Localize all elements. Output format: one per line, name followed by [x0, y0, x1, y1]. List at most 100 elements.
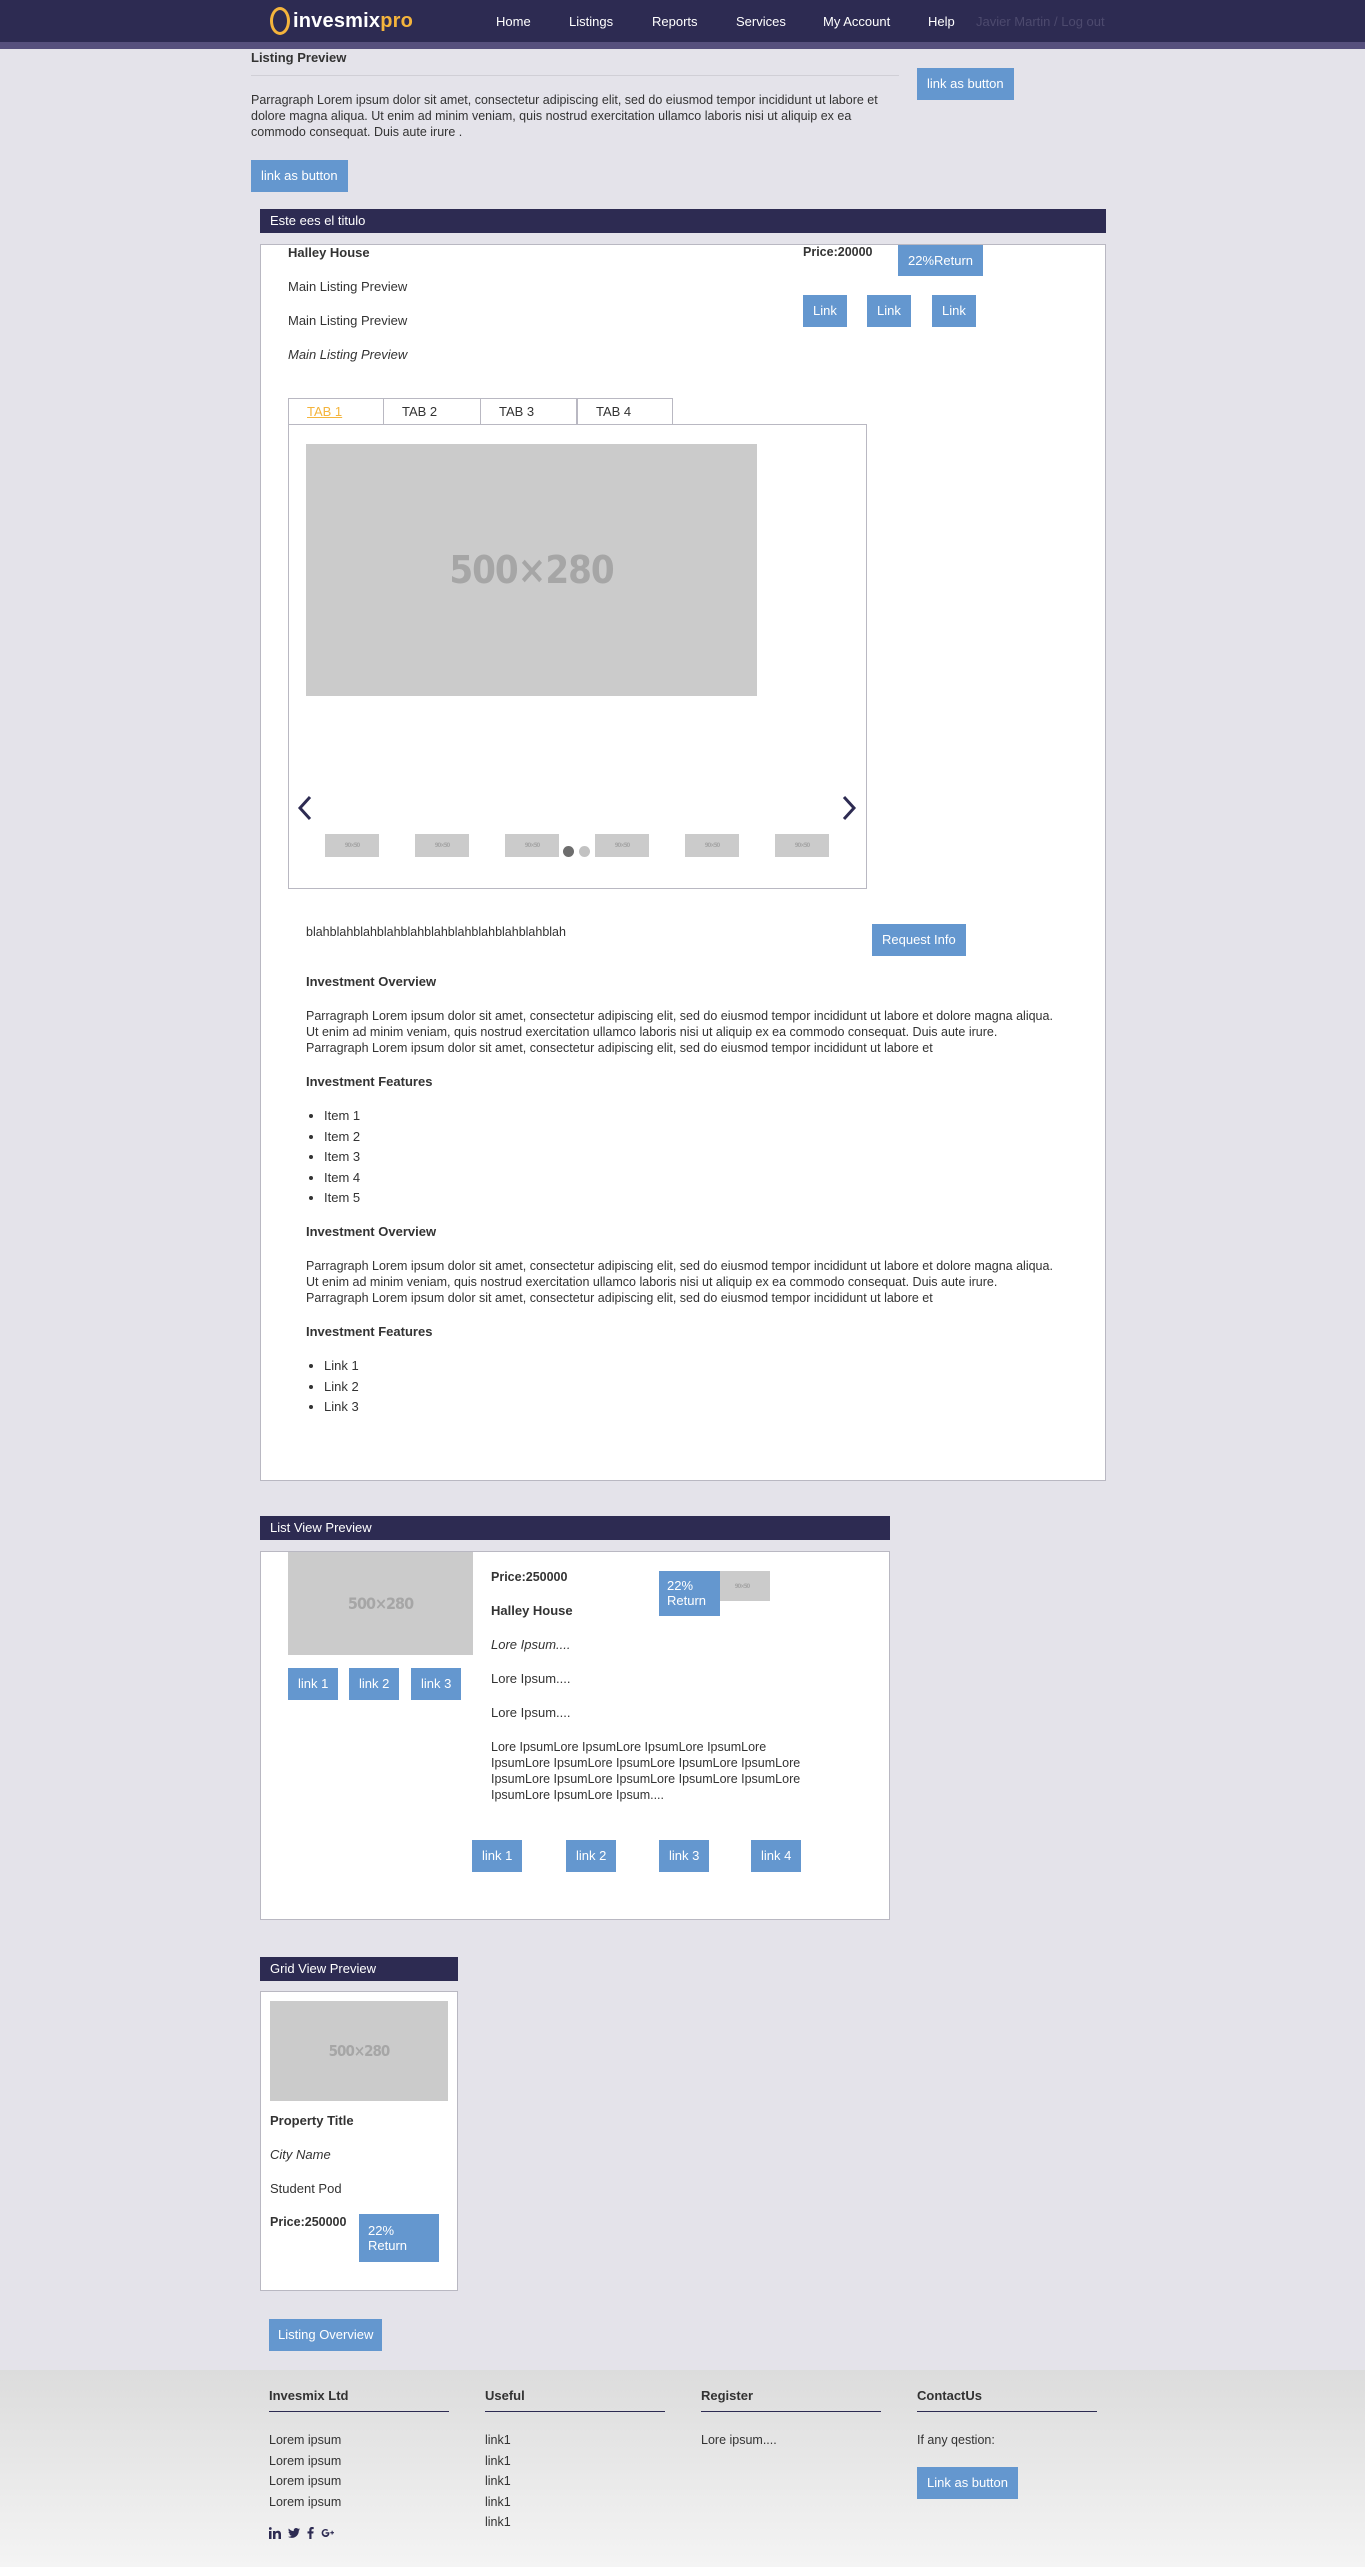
list-name: Halley House: [491, 1603, 573, 1618]
blah-text: blahblahblahblahblahblahblahblahblahblah…: [306, 925, 566, 939]
list-lore-long: Lore IpsumLore IpsumLore IpsumLore Ipsum…: [491, 1740, 801, 1802]
feature-link-2[interactable]: Link 2: [324, 1379, 359, 1394]
feature-link-1[interactable]: Link 1: [324, 1358, 359, 1373]
carousel-thumb[interactable]: 90×50: [595, 834, 649, 857]
carousel-image: 500×280: [306, 444, 757, 696]
carousel-thumb[interactable]: 90×50: [685, 834, 739, 857]
tab-4[interactable]: TAB 4: [577, 398, 673, 424]
feature-link-3[interactable]: Link 3: [324, 1399, 359, 1414]
carousel-thumb[interactable]: 90×50: [325, 834, 379, 857]
grid-price: Price:250000: [270, 2215, 347, 2229]
list-lore-2: Lore Ipsum....: [491, 1705, 571, 1720]
listing-link-3[interactable]: Link: [932, 295, 976, 327]
list-image-link-3[interactable]: link 3: [411, 1668, 462, 1700]
footer-col-title: ContactUs: [917, 2388, 1097, 2412]
carousel-next-icon[interactable]: [839, 794, 859, 822]
nav-home[interactable]: Home: [496, 14, 531, 29]
feature-item: Item 5: [324, 1188, 360, 1209]
request-info-button[interactable]: Request Info: [872, 924, 966, 956]
listing-link-1[interactable]: Link: [803, 295, 847, 327]
carousel-dot-active[interactable]: [563, 846, 574, 857]
carousel-thumb[interactable]: 90×50: [775, 834, 829, 857]
listing-name: Halley House: [288, 245, 370, 260]
feature-links-list: Link 1 Link 2 Link 3: [306, 1356, 359, 1418]
contact-link-button[interactable]: Link as button: [917, 2466, 1018, 2499]
footer: [0, 2370, 1365, 2567]
twitter-icon[interactable]: [288, 2527, 300, 2539]
list-bottom-link-4[interactable]: link 4: [751, 1840, 802, 1872]
list-lore-italic: Lore Ipsum....: [491, 1637, 571, 1652]
footer-text: If any qestion:: [917, 2433, 995, 2447]
link-as-button[interactable]: link as button: [251, 160, 348, 192]
carousel-thumb[interactable]: 90×50: [505, 834, 559, 857]
footer-link[interactable]: link1: [485, 2492, 665, 2513]
listing-link-2[interactable]: Link: [867, 295, 911, 327]
carousel-dot[interactable]: [579, 846, 590, 857]
features2-title: Investment Features: [306, 1324, 433, 1339]
footer-col-title: Useful: [485, 2388, 665, 2412]
nav-listings[interactable]: Listings: [569, 14, 613, 29]
list-bottom-link-3[interactable]: link 3: [659, 1840, 710, 1872]
main-nav: Home Listings Reports Services My Accoun…: [0, 0, 1365, 42]
footer-col-title: Register: [701, 2388, 881, 2412]
footer-link[interactable]: link1: [485, 2430, 665, 2451]
list-bottom-link-2[interactable]: link 2: [566, 1840, 617, 1872]
overview-title: Investment Overview: [306, 974, 437, 989]
nav-help[interactable]: Help: [928, 14, 955, 29]
list-return-badge: 22% Return: [659, 1571, 720, 1616]
feature-item: Item 3: [324, 1147, 360, 1168]
nav-user-logout[interactable]: Javier Martin / Log out: [976, 14, 1105, 29]
footer-col-register: Register Lore ipsum....: [701, 2388, 881, 2451]
list-view-image[interactable]: 500×280: [288, 1552, 473, 1655]
tab-3[interactable]: TAB 3: [481, 398, 577, 424]
list-thumb: 90×50: [714, 1571, 770, 1601]
grid-return-badge: 22% Return: [359, 2214, 439, 2262]
google-plus-icon[interactable]: [321, 2527, 335, 2539]
feature-item: Item 4: [324, 1168, 360, 1189]
footer-col-useful: Useful link1 link1 link1 link1 link1: [485, 2388, 665, 2533]
listing-line-2: Main Listing Preview: [288, 313, 408, 328]
footer-link[interactable]: link1: [485, 2451, 665, 2472]
feature-item: Item 2: [324, 1127, 360, 1148]
tab-1[interactable]: TAB 1: [288, 398, 384, 424]
list-image-link-2[interactable]: link 2: [349, 1668, 400, 1700]
side-link-button[interactable]: link as button: [917, 68, 1014, 100]
tab-2[interactable]: TAB 2: [384, 398, 481, 424]
nav-services[interactable]: Services: [736, 14, 786, 29]
listing-overview-button[interactable]: Listing Overview: [269, 2319, 383, 2351]
footer-col-company: Invesmix Ltd Lorem ipsum Lorem ipsum Lor…: [269, 2388, 449, 2540]
footer-text: Lorem ipsum: [269, 2453, 342, 2468]
facebook-icon[interactable]: [307, 2527, 314, 2539]
footer-col-contact: ContactUs If any qestion: Link as button: [917, 2388, 1097, 2499]
grid-city-name: City Name: [270, 2147, 331, 2162]
tab-bar: TAB 1 TAB 2 TAB 3 TAB 4: [288, 398, 673, 424]
listing-preview-title: Listing Preview: [251, 50, 347, 65]
listing-preview-paragraph: Parragraph Lorem ipsum dolor sit amet, c…: [251, 93, 878, 139]
nav-reports[interactable]: Reports: [652, 14, 698, 29]
grid-view-header: Grid View Preview: [260, 1957, 458, 1981]
overview2-text: Parragraph Lorem ipsum dolor sit amet, c…: [306, 1259, 1053, 1305]
grid-type: Student Pod: [270, 2181, 342, 2196]
footer-link[interactable]: link1: [485, 2471, 665, 2492]
nav-my-account[interactable]: My Account: [823, 14, 890, 29]
overview-text: Parragraph Lorem ipsum dolor sit amet, c…: [306, 1009, 1053, 1055]
list-view-header: List View Preview: [260, 1516, 890, 1540]
list-image-link-1[interactable]: link 1: [288, 1668, 339, 1700]
footer-col-title: Invesmix Ltd: [269, 2388, 449, 2412]
list-bottom-link-1[interactable]: link 1: [472, 1840, 523, 1872]
return-badge: 22%Return: [898, 245, 984, 276]
footer-text: Lorem ipsum: [269, 2433, 342, 2447]
list-price: Price:250000: [491, 1570, 568, 1584]
features-list: Item 1 Item 2 Item 3 Item 4 Item 5: [306, 1106, 360, 1209]
list-lore-1: Lore Ipsum....: [491, 1671, 571, 1686]
carousel-prev-icon[interactable]: [295, 794, 315, 822]
grid-property-title[interactable]: Property Title: [270, 2113, 354, 2128]
footer-link[interactable]: link1: [485, 2512, 665, 2533]
listing-price: Price:20000: [803, 245, 873, 259]
social-icons: [269, 2526, 449, 2540]
main-listing-header: Este ees el titulo: [260, 209, 1106, 233]
listing-line-1: Main Listing Preview: [288, 279, 408, 294]
linkedin-icon[interactable]: [269, 2527, 281, 2539]
carousel-thumb[interactable]: 90×50: [415, 834, 469, 857]
grid-view-image[interactable]: 500×280: [270, 2001, 448, 2101]
